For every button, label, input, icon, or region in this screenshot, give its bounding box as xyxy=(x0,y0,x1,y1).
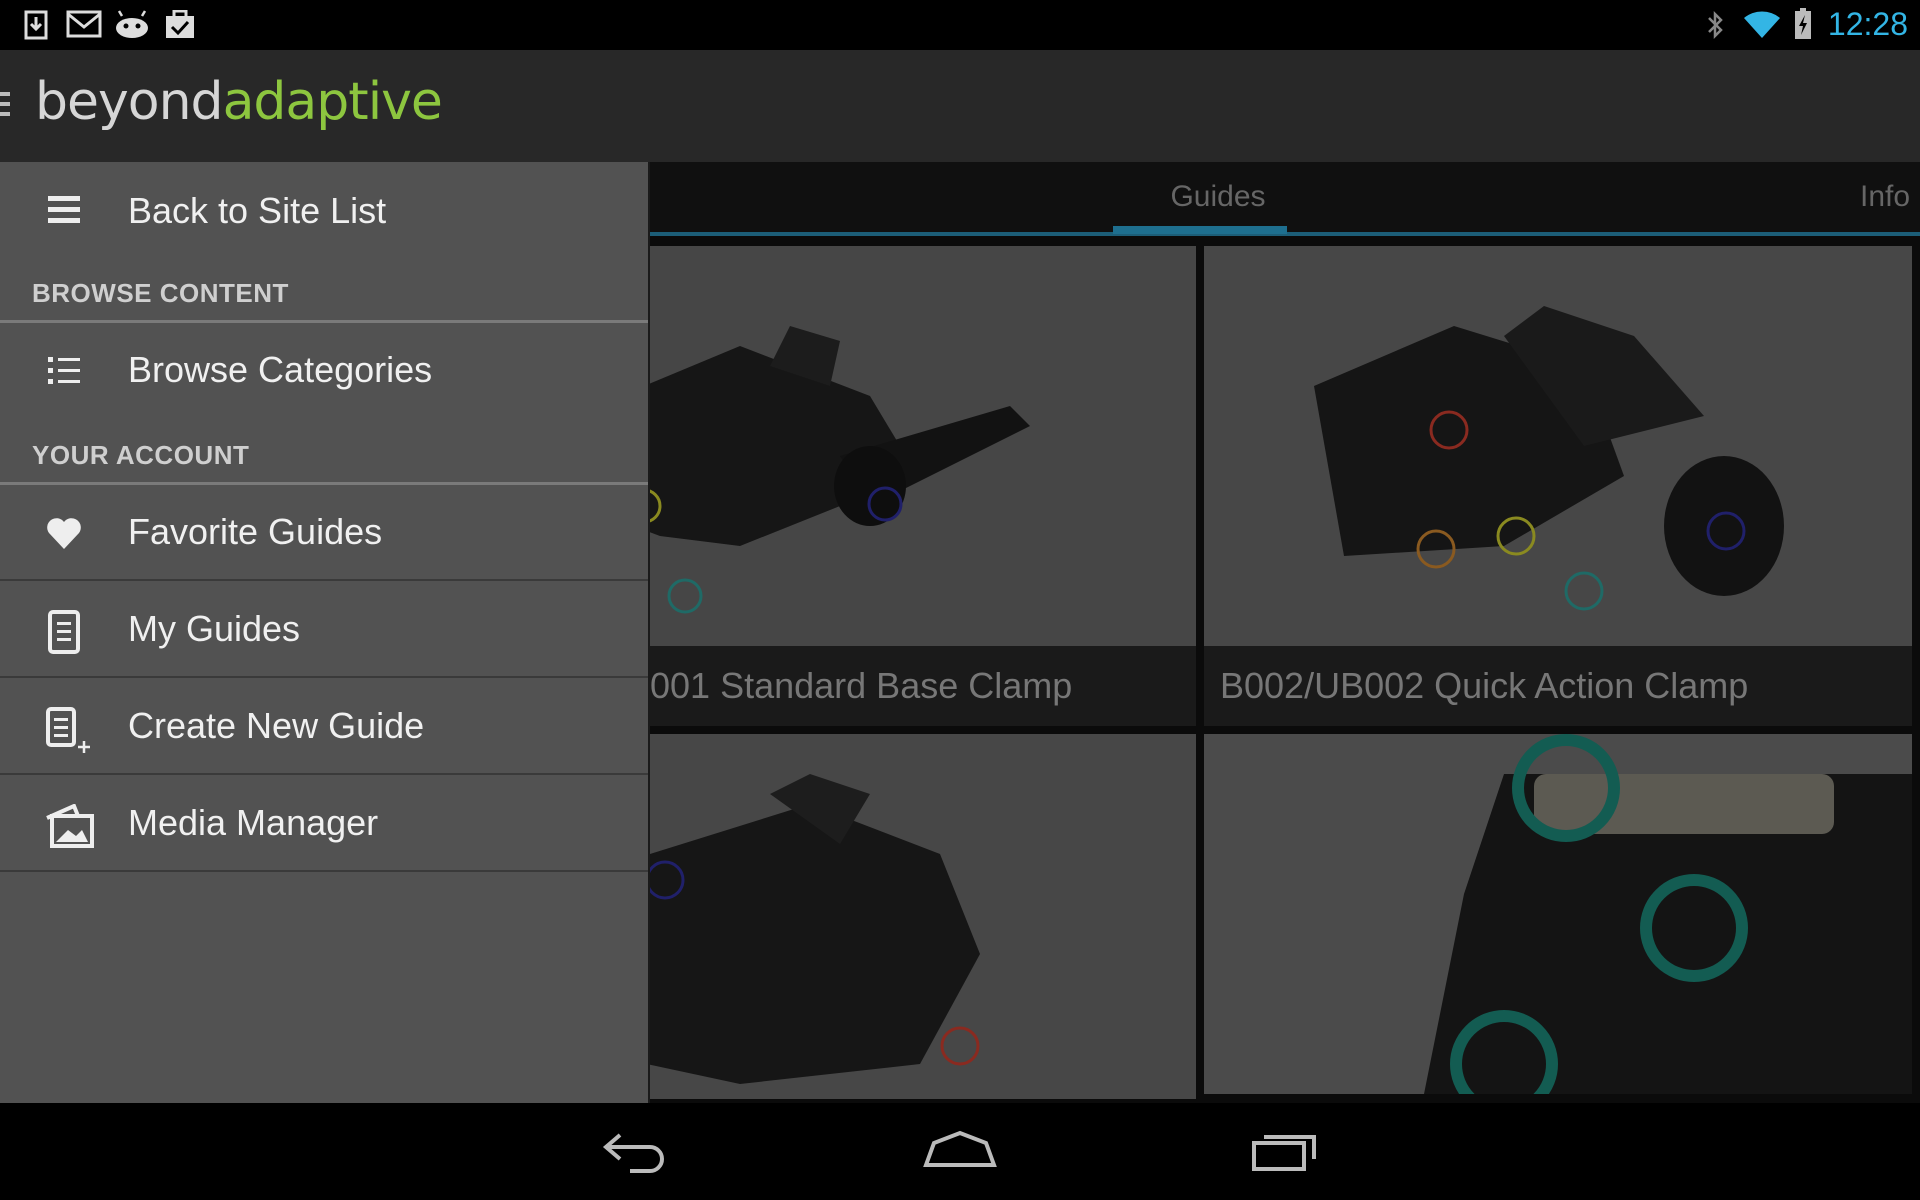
drawer-item-favorite-guides[interactable]: Favorite Guides xyxy=(0,485,650,581)
logo-text-beyond: beyond xyxy=(35,72,224,132)
logo-text-adaptive: adaptive xyxy=(222,72,443,132)
home-icon[interactable] xyxy=(920,1125,1000,1180)
tab-guides[interactable]: Guides xyxy=(1153,180,1283,214)
guide-title: B002/UB002 Quick Action Clamp xyxy=(1204,646,1912,726)
drawer-item-create-new-guide[interactable]: Create New Guide xyxy=(0,679,650,775)
guide-card[interactable]: B002/UB002 Quick Action Clamp xyxy=(1204,246,1912,726)
drawer-item-media-manager[interactable]: Media Manager xyxy=(0,776,650,872)
drawer-item-label: My Guides xyxy=(128,608,301,649)
recent-apps-icon[interactable] xyxy=(1250,1125,1320,1180)
system-nav-bar xyxy=(0,1103,1920,1200)
task-check-icon xyxy=(164,9,196,45)
media-images-icon xyxy=(44,803,94,848)
drawer-item-browse-categories[interactable]: Browse Categories xyxy=(0,323,650,419)
document-add-icon xyxy=(44,707,90,753)
bluetooth-icon xyxy=(1706,10,1724,45)
menu-lines-icon xyxy=(44,190,84,230)
section-header-your-account: YOUR ACCOUNT xyxy=(32,440,250,470)
status-time: 12:28 xyxy=(1827,6,1908,42)
drawer-item-label: Media Manager xyxy=(128,802,379,843)
list-icon xyxy=(44,351,84,391)
drawer-toggle-icon[interactable] xyxy=(0,92,10,122)
drawer-item-my-guides[interactable]: My Guides xyxy=(0,582,650,678)
drawer-item-label: Favorite Guides xyxy=(128,511,383,552)
guide-image xyxy=(1204,246,1912,646)
app-logo[interactable]: beyondadaptive xyxy=(35,72,443,132)
navigation-drawer: Back to Site List BROWSE CONTENT Browse … xyxy=(0,162,650,1103)
tab-selected-indicator xyxy=(1113,226,1287,234)
back-icon[interactable] xyxy=(600,1125,670,1180)
drawer-item-label: Browse Categories xyxy=(128,349,433,390)
action-bar: beyondadaptive xyxy=(0,50,1920,162)
battery-charging-icon xyxy=(1794,8,1812,45)
guide-image xyxy=(1204,734,1912,1094)
drawer-edge xyxy=(648,162,650,1103)
section-header-browse-content: BROWSE CONTENT xyxy=(32,278,289,308)
drawer-item-label: Create New Guide xyxy=(128,705,425,746)
gmail-icon xyxy=(66,10,102,43)
tab-info[interactable]: Info xyxy=(1860,180,1910,214)
document-icon xyxy=(44,610,84,654)
wifi-icon xyxy=(1742,8,1782,45)
download-icon xyxy=(24,10,48,45)
status-bar: 12:28 xyxy=(0,0,1920,50)
heart-icon xyxy=(44,513,84,553)
drawer-item-label: Back to Site List xyxy=(128,190,387,231)
android-icon xyxy=(114,10,150,43)
guide-card[interactable] xyxy=(1204,734,1912,1094)
drawer-item-back-to-site-list[interactable]: Back to Site List xyxy=(0,162,650,262)
